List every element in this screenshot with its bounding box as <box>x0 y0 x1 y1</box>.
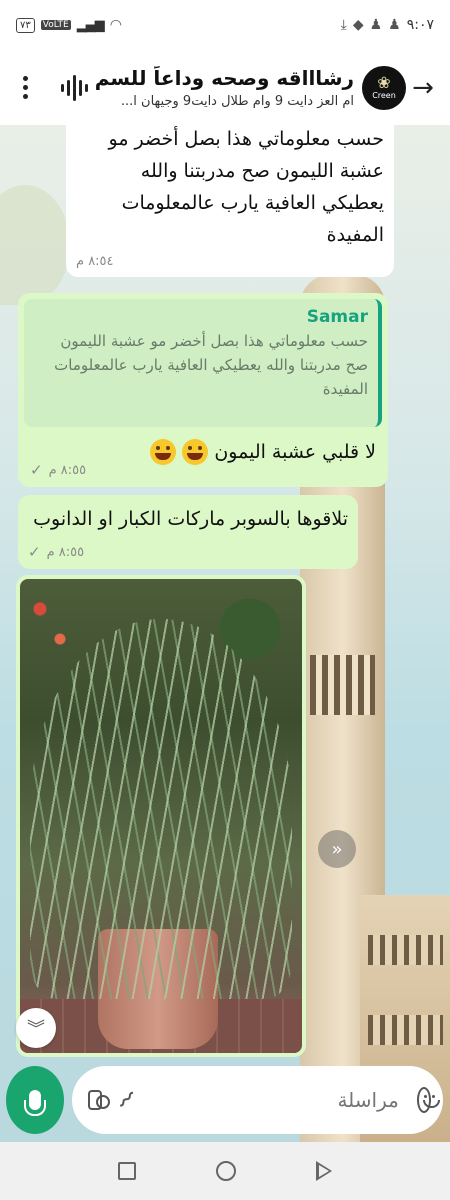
double-chevron-down-icon[interactable]: ︾ <box>16 1008 56 1048</box>
back-icon[interactable] <box>316 1161 332 1181</box>
audio-wave-icon[interactable] <box>54 73 94 103</box>
quote-author: Samar <box>306 307 368 327</box>
wallpaper-leaf <box>0 185 70 305</box>
download-icon: ⤓ <box>340 17 347 33</box>
group-avatar[interactable]: ❀ Creen <box>362 65 406 110</box>
recents-icon[interactable] <box>118 1162 136 1180</box>
mic-button[interactable] <box>6 1066 64 1134</box>
message-bubble-incoming[interactable]: حسب معلوماتي هذا بصل أخضر مو عشبة الليمو… <box>66 125 394 277</box>
system-nav-bar <box>0 1142 450 1200</box>
status-right: ⤓ ◆ ♟ ♟ ٩:٠٧ <box>341 17 434 33</box>
grin-emoji-icon <box>182 439 209 465</box>
message-bubble-reply[interactable]: Samar حسب معلوماتي هذا بصل أخضر مو عشبة … <box>18 293 388 487</box>
chat-members: ام العز دايت 9 وام طلال دايت9 وجيهان ا..… <box>120 94 354 109</box>
photo-grass <box>30 619 292 999</box>
wifi-icon: ◠ <box>109 17 122 33</box>
mic-icon <box>24 1090 46 1116</box>
notification-icon: ◆ <box>352 17 364 33</box>
check-icon: ✓ <box>30 461 43 479</box>
volte-icon: VoLTE <box>40 20 71 30</box>
lotus-icon: ❀ <box>377 73 391 92</box>
status-bar: ٧٣ VoLTE ▂▄▆ ◠ ⤓ ◆ ♟ ♟ ٩:٠٧ <box>0 0 450 50</box>
message-input[interactable] <box>149 1088 399 1112</box>
more-vert-icon[interactable] <box>10 76 40 99</box>
check-icon: ✓ <box>28 543 41 561</box>
composer-bar: ⌇ <box>72 1066 443 1134</box>
chat-header: رشاااقه وصحه وداعاً للسم... ام العز دايت… <box>0 50 450 125</box>
message-text: تلاقوها بالسوبر ماركات الكبار او الدانوب <box>33 508 348 530</box>
chat-area[interactable]: حسب معلوماتي هذا بصل أخضر مو عشبة الليمو… <box>0 125 450 1142</box>
chat-title: رشاااقه وصحه وداعاً للسم... <box>94 66 354 90</box>
lemongrass-photo[interactable] <box>20 579 302 1053</box>
forward-icon[interactable]: » <box>318 830 356 868</box>
message-text: لا قلبي عشبة اليمون <box>214 441 376 463</box>
message-meta: ٨:٥٤ م <box>76 254 114 269</box>
camera-icon[interactable] <box>88 1090 111 1110</box>
message-meta: ✓ ٨:٥٥ م <box>28 543 84 561</box>
emoji-icon[interactable] <box>416 1087 441 1113</box>
message-meta: ✓ ٨:٥٥ م <box>30 461 86 479</box>
quote-text: حسب معلوماتي هذا بصل أخضر مو عشبة الليمو… <box>54 332 368 398</box>
status-left: ٧٣ VoLTE ▂▄▆ ◠ <box>16 17 122 33</box>
home-icon[interactable] <box>216 1161 236 1181</box>
message-text: حسب معلوماتي هذا بصل أخضر مو عشبة الليمو… <box>108 128 385 246</box>
chat-info[interactable]: رشاااقه وصحه وداعاً للسم... ام العز دايت… <box>94 66 362 109</box>
signal-icon: ▂▄▆ <box>76 17 105 33</box>
avatar-label: Creen <box>372 91 396 100</box>
message-bubble-image[interactable] <box>16 575 306 1057</box>
quoted-message[interactable]: Samar حسب معلوماتي هذا بصل أخضر مو عشبة … <box>24 299 382 427</box>
paperclip-icon[interactable]: ⌇ <box>112 1086 140 1114</box>
message-bubble-outgoing[interactable]: تلاقوها بالسوبر ماركات الكبار او الدانوب… <box>18 495 358 569</box>
message-time: ٨:٥٤ م <box>76 254 114 269</box>
status-time: ٩:٠٧ <box>406 17 434 33</box>
message-time: ٨:٥٥ م <box>48 462 87 478</box>
message-time: ٨:٥٥ م <box>46 544 85 560</box>
arrow-right-icon[interactable]: → <box>406 73 440 103</box>
snapchat-icon-2: ♟ <box>388 17 401 33</box>
tears-of-joy-emoji-icon <box>150 439 177 465</box>
snapchat-icon: ♟ <box>369 17 383 33</box>
battery-icon: ٧٣ <box>16 17 35 33</box>
